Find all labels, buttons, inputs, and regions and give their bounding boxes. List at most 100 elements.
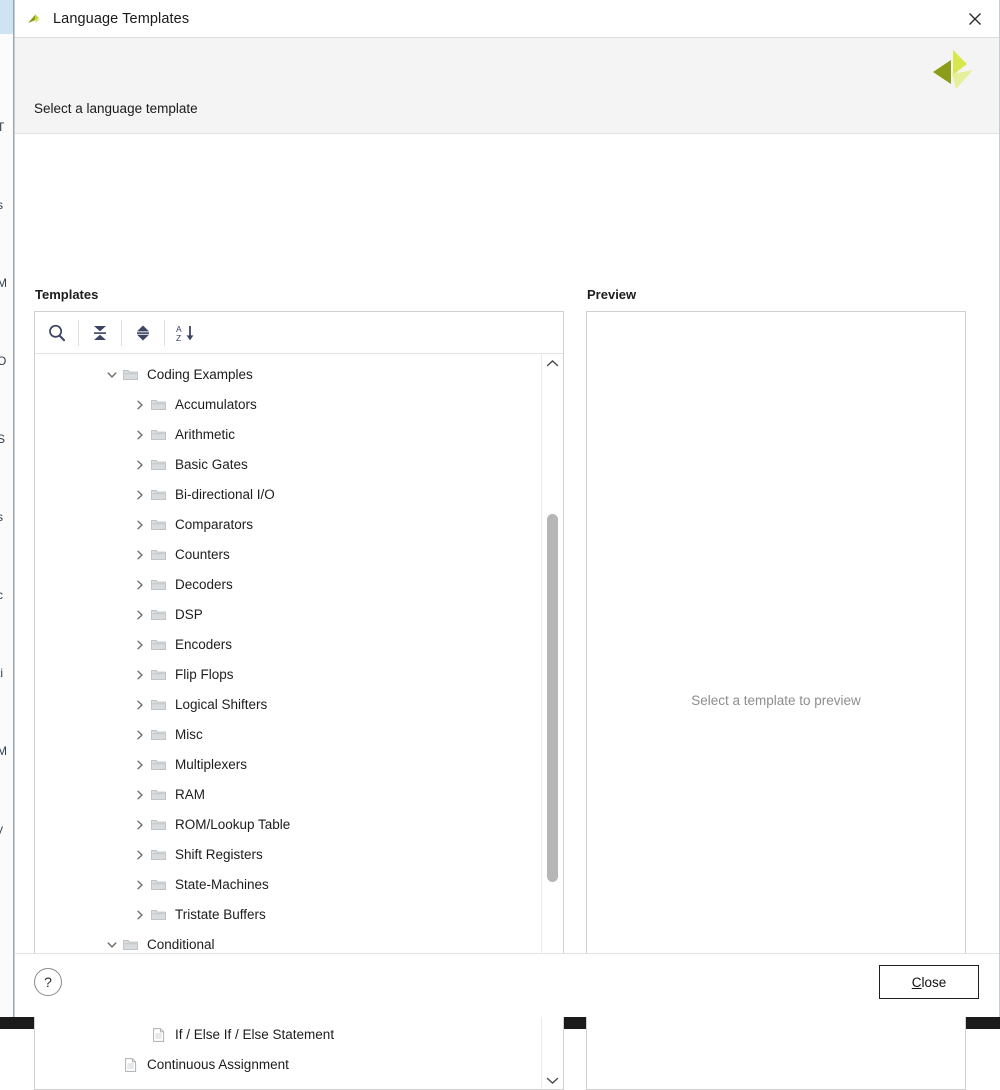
chevron-down-icon[interactable] [105,938,119,952]
chevron-right-icon[interactable] [133,788,147,802]
chevron-right-icon[interactable] [133,548,147,562]
chevron-down-icon[interactable] [105,368,119,382]
folder-icon [122,1087,139,1089]
tree-item-state-machines[interactable]: State-Machines [35,870,541,900]
tree-item-label: Flip Flops [175,668,234,682]
chevron-right-icon[interactable] [133,398,147,412]
tree-item-label: Bi-directional I/O [175,488,275,502]
dialog-header-band: Select a language template [15,38,999,134]
folder-icon [150,817,167,833]
tree-item-arithmetic[interactable]: Arithmetic [35,420,541,450]
tree-item-flip-flops[interactable]: Flip Flops [35,660,541,690]
tree-item-label: If / Else If / Else Statement [175,1028,334,1042]
tree-item-tristate-buffers[interactable]: Tristate Buffers [35,900,541,930]
folder-icon [150,727,167,743]
chevron-right-icon[interactable] [133,728,147,742]
folder-icon [150,757,167,773]
background-text-fragment: y [0,822,3,836]
tree-item-bi-directional-i-o[interactable]: Bi-directional I/O [35,480,541,510]
tree-item-label: Conditional [147,938,215,952]
xilinx-pinwheel-logo [923,48,977,100]
background-text-fragment: O [0,354,6,368]
tree-item-label: State-Machines [175,878,269,892]
close-button[interactable]: Close [879,965,979,999]
chevron-right-icon[interactable] [133,638,147,652]
help-button[interactable]: ? [34,968,62,996]
chevron-right-icon[interactable] [133,878,147,892]
tree-item-misc[interactable]: Misc [35,720,541,750]
tree-item-label: Decoders [175,578,233,592]
chevron-right-icon[interactable] [133,608,147,622]
chevron-down-icon[interactable] [105,1088,119,1089]
chevron-right-icon[interactable] [133,488,147,502]
toolbar-divider [121,320,122,346]
tree-item-label: Encoders [175,638,232,652]
background-left-selected-tab [0,0,14,34]
tree-item-ram[interactable]: RAM [35,780,541,810]
tree-item-rom-lookup-table[interactable]: ROM/Lookup Table [35,810,541,840]
chevron-up-icon[interactable] [542,354,563,372]
chevron-right-icon[interactable] [133,848,147,862]
file-icon [122,1057,139,1073]
chevron-right-icon[interactable] [133,458,147,472]
chevron-down-icon[interactable] [542,1071,563,1089]
tree-item-decoders[interactable]: Decoders [35,570,541,600]
folder-icon [150,667,167,683]
tree-item-counters[interactable]: Counters [35,540,541,570]
folder-icon [150,697,167,713]
tree-item-label: Logical Shifters [175,698,267,712]
header-instruction-text: Select a language template [34,101,198,116]
search-icon[interactable] [39,316,75,350]
tree-item-encoders[interactable]: Encoders [35,630,541,660]
chevron-right-icon[interactable] [133,518,147,532]
tree-item-label: ROM/Lookup Table [175,818,290,832]
tree-item-example-modules[interactable]: Example Modules [35,1080,541,1089]
tree-item-label: Accumulators [175,398,257,412]
chevron-right-icon[interactable] [133,578,147,592]
tree-item-multiplexers[interactable]: Multiplexers [35,750,541,780]
tree-item-label: RAM [175,788,205,802]
close-icon[interactable] [959,4,991,34]
tree-item-logical-shifters[interactable]: Logical Shifters [35,690,541,720]
chevron-right-icon[interactable] [133,668,147,682]
chevron-right-icon[interactable] [133,818,147,832]
tree-item-label: Tristate Buffers [175,908,266,922]
folder-icon [150,607,167,623]
folder-icon [150,577,167,593]
folder-icon [122,367,139,383]
dialog-titlebar: Language Templates [15,0,999,38]
folder-icon [150,637,167,653]
sort-az-icon[interactable]: A Z [168,316,204,350]
tree-item-accumulators[interactable]: Accumulators [35,390,541,420]
preview-placeholder-text: Select a template to preview [691,693,861,708]
scrollbar-thumb[interactable] [547,514,558,882]
tree-item-dsp[interactable]: DSP [35,600,541,630]
background-left-panel-strip: TsMOSsctiMy [0,0,14,1029]
background-text-fragment: S [0,432,5,446]
chevron-right-icon[interactable] [133,758,147,772]
svg-text:Z: Z [176,333,181,343]
tree-item-label: Misc [175,728,203,742]
chevron-right-icon[interactable] [133,908,147,922]
toolbar-divider [78,320,79,346]
expand-all-icon[interactable] [125,316,161,350]
background-text-fragment: M [0,276,7,290]
tree-item-continuous-assignment[interactable]: Continuous Assignment [35,1050,541,1080]
tree-item-label: Continuous Assignment [147,1058,289,1072]
collapse-all-icon[interactable] [82,316,118,350]
tree-item-comparators[interactable]: Comparators [35,510,541,540]
tree-item-label: Shift Registers [175,848,263,862]
tree-item-basic-gates[interactable]: Basic Gates [35,450,541,480]
chevron-right-icon[interactable] [133,698,147,712]
toolbar-divider [164,320,165,346]
dialog-title: Language Templates [53,11,189,27]
tree-item-if-else-if-else-statement[interactable]: If / Else If / Else Statement [35,1020,541,1050]
close-button-label: lose [921,975,946,990]
tree-item-shift-registers[interactable]: Shift Registers [35,840,541,870]
dialog-footer: ? Close [15,953,999,1017]
chevron-right-icon[interactable] [133,428,147,442]
close-button-mnemonic: C [912,975,922,990]
tree-item-coding-examples[interactable]: Coding Examples [35,360,541,390]
tree-item-label: Comparators [175,518,253,532]
background-text-fragment: s [0,198,3,212]
